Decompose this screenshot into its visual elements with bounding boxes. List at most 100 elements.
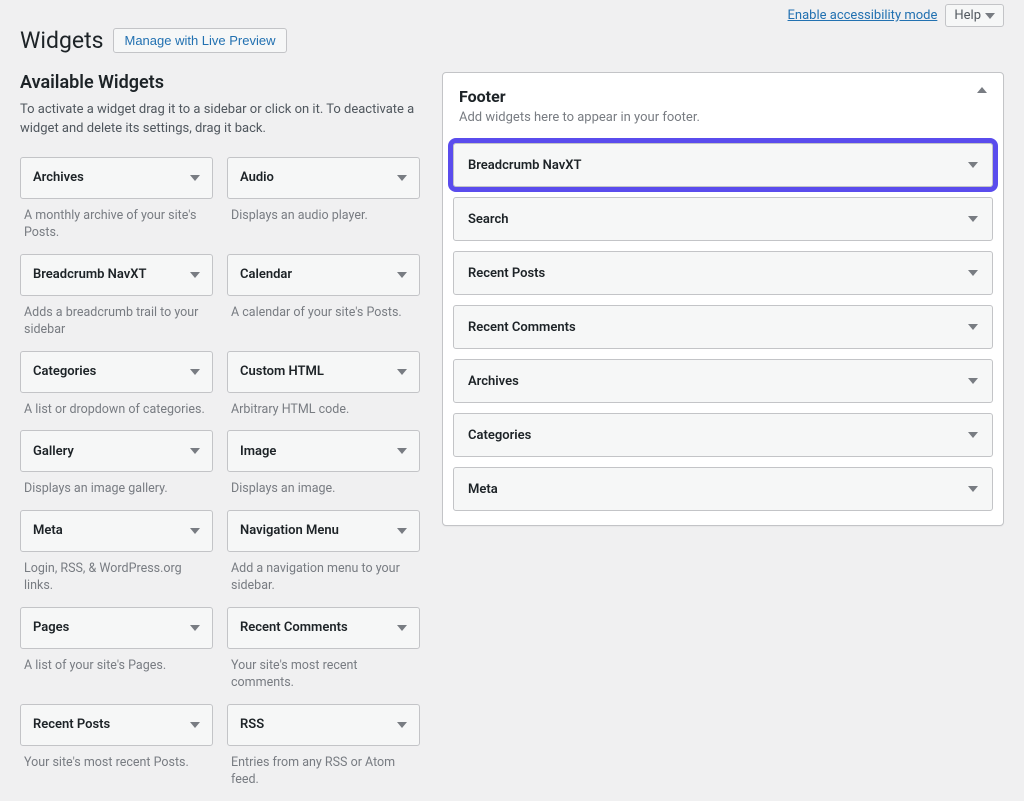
footer-panel: Footer Add widgets here to appear in you… [442, 72, 1004, 526]
page-header: Widgets Manage with Live Preview [20, 27, 1004, 54]
available-widget: Meta Login, RSS, & WordPress.org links. [20, 510, 213, 595]
live-preview-button[interactable]: Manage with Live Preview [113, 28, 286, 53]
widget-desc: Login, RSS, & WordPress.org links. [20, 552, 213, 595]
chevron-down-icon [397, 369, 407, 375]
widget-box[interactable]: Audio [227, 157, 420, 199]
footer-widget-label: Recent Posts [468, 266, 545, 281]
widget-desc: A list of your site's Pages. [20, 649, 213, 675]
widget-box[interactable]: Pages [20, 607, 213, 649]
widget-label: Breadcrumb NavXT [33, 267, 146, 282]
chevron-down-icon [397, 528, 407, 534]
available-widget: Recent Posts Your site's most recent Post… [20, 704, 213, 789]
widget-desc: A calendar of your site's Posts. [227, 296, 420, 322]
widget-box[interactable]: Recent Posts [20, 704, 213, 746]
widget-desc: Adds a breadcrumb trail to your sidebar [20, 296, 213, 339]
available-widget: Archives A monthly archive of your site's… [20, 157, 213, 242]
footer-widget-item[interactable]: Breadcrumb NavXT [453, 143, 993, 187]
available-widget: GalleryDisplays an image gallery. [20, 430, 213, 498]
chevron-down-icon [397, 625, 407, 631]
widget-desc: Your site's most recent Posts. [20, 746, 213, 772]
footer-panel-title: Footer [459, 87, 506, 106]
accessibility-link[interactable]: Enable accessibility mode [788, 8, 938, 23]
footer-widget-label: Recent Comments [468, 320, 576, 335]
widget-box[interactable]: RSS [227, 704, 420, 746]
footer-widget-label: Search [468, 212, 509, 227]
available-widgets-column: Available Widgets To activate a widget d… [20, 72, 420, 801]
chevron-down-icon [968, 432, 978, 438]
widget-desc: Arbitrary HTML code. [227, 393, 420, 419]
footer-widget-label: Categories [468, 428, 531, 443]
available-widget: Breadcrumb NavXT Adds a breadcrumb trail … [20, 254, 213, 339]
footer-widget-item[interactable]: Categories [453, 413, 993, 457]
footer-widget-item[interactable]: Search [453, 197, 993, 241]
widget-label: Recent Comments [240, 620, 348, 635]
widget-label: Calendar [240, 267, 292, 282]
widget-label: Pages [33, 620, 69, 635]
chevron-down-icon [968, 270, 978, 276]
widget-desc: Displays an image gallery. [20, 472, 213, 498]
widget-desc: Displays an audio player. [227, 199, 420, 225]
widget-box[interactable]: Breadcrumb NavXT [20, 254, 213, 296]
footer-panel-header[interactable]: Footer [443, 73, 1003, 110]
widget-label: Image [240, 444, 276, 459]
chevron-down-icon [968, 216, 978, 222]
available-widget: Calendar A calendar of your site's Posts. [227, 254, 420, 339]
widget-label: Custom HTML [240, 364, 324, 379]
widget-box[interactable]: Archives [20, 157, 213, 199]
chevron-up-icon [977, 87, 987, 93]
chevron-down-icon [397, 448, 407, 454]
chevron-down-icon [190, 448, 200, 454]
available-widget: Navigation Menu Add a navigation menu to … [227, 510, 420, 595]
widget-label: Archives [33, 170, 84, 185]
widget-box[interactable]: Gallery [20, 430, 213, 472]
widget-box[interactable]: Meta [20, 510, 213, 552]
chevron-down-icon [968, 324, 978, 330]
chevron-down-icon [190, 369, 200, 375]
footer-widget-label: Meta [468, 482, 498, 497]
footer-widget-label: Archives [468, 374, 519, 389]
available-widget: Custom HTML Arbitrary HTML code. [227, 351, 420, 419]
available-widget: Pages A list of your site's Pages. [20, 607, 213, 692]
widget-desc: A monthly archive of your site's Posts. [20, 199, 213, 242]
footer-widget-label: Breadcrumb NavXT [468, 158, 581, 173]
widget-label: RSS [240, 717, 264, 732]
chevron-down-icon [397, 722, 407, 728]
widget-desc: Displays an image. [227, 472, 420, 498]
available-widget: Categories A list or dropdown of categori… [20, 351, 213, 419]
footer-widget-item[interactable]: Recent Comments [453, 305, 993, 349]
available-widget: Recent Comments Your site's most recent c… [227, 607, 420, 692]
help-label: Help [954, 8, 981, 23]
chevron-down-icon [968, 378, 978, 384]
widget-box[interactable]: Categories [20, 351, 213, 393]
chevron-down-icon [985, 13, 995, 19]
widget-label: Categories [33, 364, 96, 379]
widget-label: Audio [240, 170, 274, 185]
help-button[interactable]: Help [945, 4, 1004, 27]
available-widget: Image Displays an image. [227, 430, 420, 498]
widget-label: Recent Posts [33, 717, 110, 732]
widget-box[interactable]: Navigation Menu [227, 510, 420, 552]
footer-panel-desc: Add widgets here to appear in your foote… [443, 110, 1003, 139]
widget-desc: A list or dropdown of categories. [20, 393, 213, 419]
chevron-down-icon [397, 272, 407, 278]
sidebar-column: Footer Add widgets here to appear in you… [442, 72, 1004, 526]
widget-desc: Entries from any RSS or Atom feed. [227, 746, 420, 789]
widget-desc: Your site's most recent comments. [227, 649, 420, 692]
widget-box[interactable]: Image [227, 430, 420, 472]
footer-widget-item[interactable]: Meta [453, 467, 993, 511]
footer-widget-item[interactable]: Recent Posts [453, 251, 993, 295]
chevron-down-icon [968, 486, 978, 492]
widget-label: Meta [33, 523, 63, 538]
chevron-down-icon [968, 162, 978, 168]
chevron-down-icon [190, 175, 200, 181]
widget-label: Navigation Menu [240, 523, 339, 538]
widget-desc: Add a navigation menu to your sidebar. [227, 552, 420, 595]
widget-box[interactable]: Recent Comments [227, 607, 420, 649]
widget-box[interactable]: Custom HTML [227, 351, 420, 393]
footer-widget-item[interactable]: Archives [453, 359, 993, 403]
available-widget: Audio Displays an audio player. [227, 157, 420, 242]
chevron-down-icon [190, 272, 200, 278]
available-widgets-title: Available Widgets [20, 72, 420, 93]
chevron-down-icon [397, 175, 407, 181]
widget-box[interactable]: Calendar [227, 254, 420, 296]
